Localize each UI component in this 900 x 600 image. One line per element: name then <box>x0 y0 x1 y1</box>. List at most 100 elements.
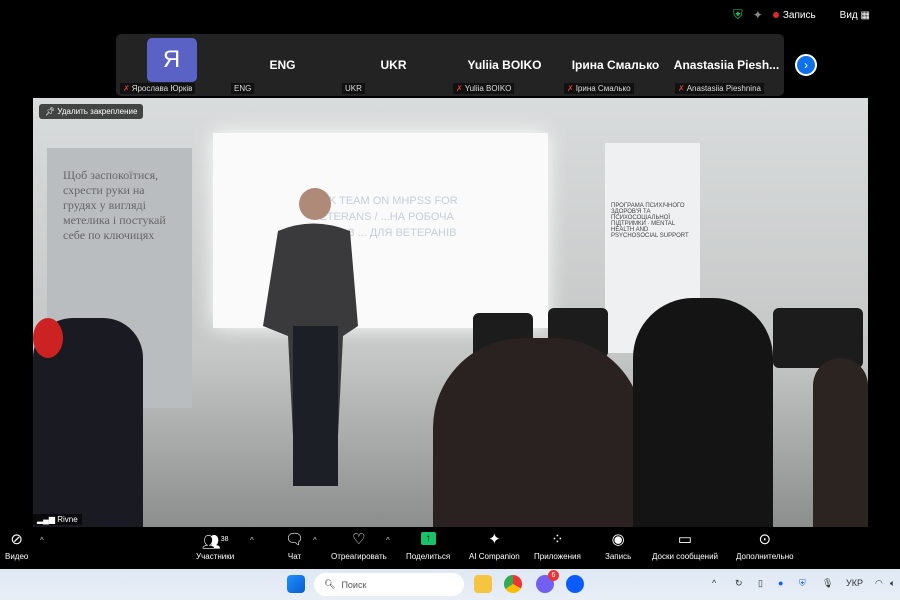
share-arrow-icon: ↑ <box>420 532 436 545</box>
audience-member <box>813 358 868 527</box>
participant-label: ✗ Ірина Смалько <box>564 83 634 94</box>
participant-tile[interactable]: Anastasiia Piesh... ✗ Anastasiia Pieshnina <box>671 34 782 96</box>
more-button[interactable]: ⊙ Дополнительно <box>736 531 794 562</box>
participant-label-text: UKR <box>345 84 362 93</box>
mic-muted-icon: ✗ <box>567 84 574 93</box>
language-indicator[interactable]: УКР <box>846 578 863 588</box>
location-label: Rivne <box>57 515 78 524</box>
participant-name: Yuliia BOIKO <box>467 58 542 72</box>
whiteboards-button[interactable]: ▭ Доски сообщений <box>652 531 719 562</box>
record-icon: ◉ <box>611 531 625 548</box>
participant-label: ✗ Anastasiia Pieshnina <box>675 83 764 94</box>
search-placeholder: Поиск <box>341 579 367 590</box>
react-button[interactable]: ♡ Отреагировать <box>331 531 387 562</box>
apps-button[interactable]: ⁘ Приложения <box>534 531 581 562</box>
sync-icon[interactable]: ↻ <box>735 578 743 589</box>
chat-label: Чат <box>287 552 302 561</box>
participants-button[interactable]: 👥︎38 Участники <box>196 532 235 562</box>
speaker <box>263 188 358 486</box>
video-button[interactable]: ⊘ Видео <box>5 531 29 562</box>
shield-icon[interactable]: ⛨ <box>733 7 743 23</box>
record-button[interactable]: ◉ Запись <box>605 531 632 562</box>
apps-icon: ⁘ <box>551 531 564 548</box>
video-options-caret[interactable]: ^ <box>40 536 44 545</box>
unpin-label: Удалить закрепление <box>57 107 138 116</box>
zoom-tray-icon[interactable]: ● <box>778 578 783 588</box>
mic-muted-icon: ✗ <box>456 84 463 93</box>
participant-label-text: Anastasiia Pieshnina <box>686 84 761 93</box>
windows-start-icon[interactable] <box>287 575 305 593</box>
chat-button[interactable]: 🗨︎ Чат <box>285 531 305 562</box>
ai-companion-button[interactable]: ✦ AI Companion <box>469 531 520 562</box>
unpin-button[interactable]: 📌︎ Удалить закрепление <box>39 104 144 119</box>
whiteboards-label: Доски сообщений <box>652 552 719 561</box>
record-label: Запись <box>782 9 816 21</box>
taskbar-search[interactable]: 🔍︎ Поиск <box>314 573 464 596</box>
viber-badge: 6 <box>548 570 559 581</box>
video-label: Видео <box>5 552 29 561</box>
participant-tile[interactable]: Yuliia BOIKO ✗ Yuliia BOIKO <box>449 34 560 96</box>
react-caret[interactable]: ^ <box>386 536 390 545</box>
video-off-icon: ⊘ <box>10 531 23 548</box>
audience-member-hair <box>33 318 63 358</box>
participant-label: ✗ Yuliia BOIKO <box>453 83 515 94</box>
search-icon: 🔍︎ <box>324 579 336 589</box>
chat-caret[interactable]: ^ <box>313 536 317 545</box>
audience-member <box>633 298 773 527</box>
pinned-video: Щоб заспокоїтися, схрести руки на грудях… <box>33 98 868 527</box>
ai-label: AI Companion <box>469 552 520 561</box>
share-label: Поделиться <box>406 552 451 561</box>
network-label: ▂▄▆ Rivne <box>33 514 82 525</box>
participant-tile[interactable]: Ірина Смалько ✗ Ірина Смалько <box>560 34 671 96</box>
participant-label-text: Yuliia BOIKO <box>464 84 512 93</box>
meeting-toolbar: ⊘ Видео ^ 👥︎38 Участники ^ 🗨︎ Чат ^ ♡ Отреаг… <box>0 528 900 569</box>
participant-name: Anastasiia Piesh... <box>673 58 780 72</box>
avatar: Я <box>146 38 197 82</box>
record-dot-icon <box>772 11 779 18</box>
mic-muted-icon: ✗ <box>123 84 130 93</box>
view-label: Вид <box>839 9 858 21</box>
heart-icon: ♡ <box>352 531 366 548</box>
participant-label: ENG <box>231 83 255 94</box>
pin-icon: 📌︎ <box>45 107 56 116</box>
participant-label-text: Ярослава Юрків <box>131 84 193 93</box>
grid-icon: ▦ <box>860 9 870 21</box>
top-bar: ⛨ ✦ Запись Вид ▦ <box>0 0 900 30</box>
defender-icon[interactable]: ⛨ <box>799 578 806 589</box>
participants-strip: Я ✗ Ярослава Юрків ENG ENG UKR UKR Yuliia BOIKO… <box>116 34 784 96</box>
microphone-icon[interactable]: 🎙︎ <box>822 578 833 589</box>
participants-count: 38 <box>220 536 229 543</box>
participant-label-text: Ірина Смалько <box>575 84 631 93</box>
chrome-icon[interactable] <box>504 575 522 593</box>
participant-name: ENG <box>269 58 296 72</box>
mic-muted-icon: ✗ <box>678 84 685 93</box>
sparkle-icon: ✦ <box>488 531 501 548</box>
next-page-button[interactable]: › <box>795 54 817 76</box>
view-button[interactable]: Вид ▦ <box>840 10 870 21</box>
participants-label: Участники <box>196 552 235 561</box>
viber-icon[interactable]: 6 <box>536 570 559 593</box>
participant-label-text: ENG <box>234 84 252 93</box>
participant-label: UKR <box>342 83 365 94</box>
wifi-icon[interactable]: ◠ <box>875 578 883 589</box>
volume-icon[interactable]: 🔈︎ <box>890 578 895 589</box>
sparkle-icon[interactable]: ✦ <box>753 8 763 22</box>
chat-icon: 🗨︎ <box>285 531 305 548</box>
usb-icon[interactable]: ▯ <box>758 578 763 589</box>
record-label: Запись <box>605 552 632 561</box>
participants-caret[interactable]: ^ <box>250 536 254 545</box>
more-icon: ⊙ <box>758 531 772 548</box>
participant-tile[interactable]: UKR UKR <box>338 34 449 96</box>
more-label: Дополнительно <box>736 552 794 561</box>
recording-indicator[interactable]: Запись <box>772 9 816 21</box>
whiteboard-icon: ▭ <box>677 531 693 548</box>
participant-tile[interactable]: Я ✗ Ярослава Юрків <box>116 34 227 96</box>
participant-name: UKR <box>380 58 407 72</box>
participant-tile[interactable]: ENG ENG <box>227 34 338 96</box>
zoom-app-icon[interactable] <box>566 575 584 593</box>
participants-icon: 👥︎38 <box>201 534 229 551</box>
audience-member <box>433 338 643 527</box>
share-button[interactable]: ↑ Поделиться <box>406 532 450 561</box>
file-explorer-icon[interactable] <box>474 575 492 593</box>
tray-expand-icon[interactable]: ^ <box>712 578 716 588</box>
